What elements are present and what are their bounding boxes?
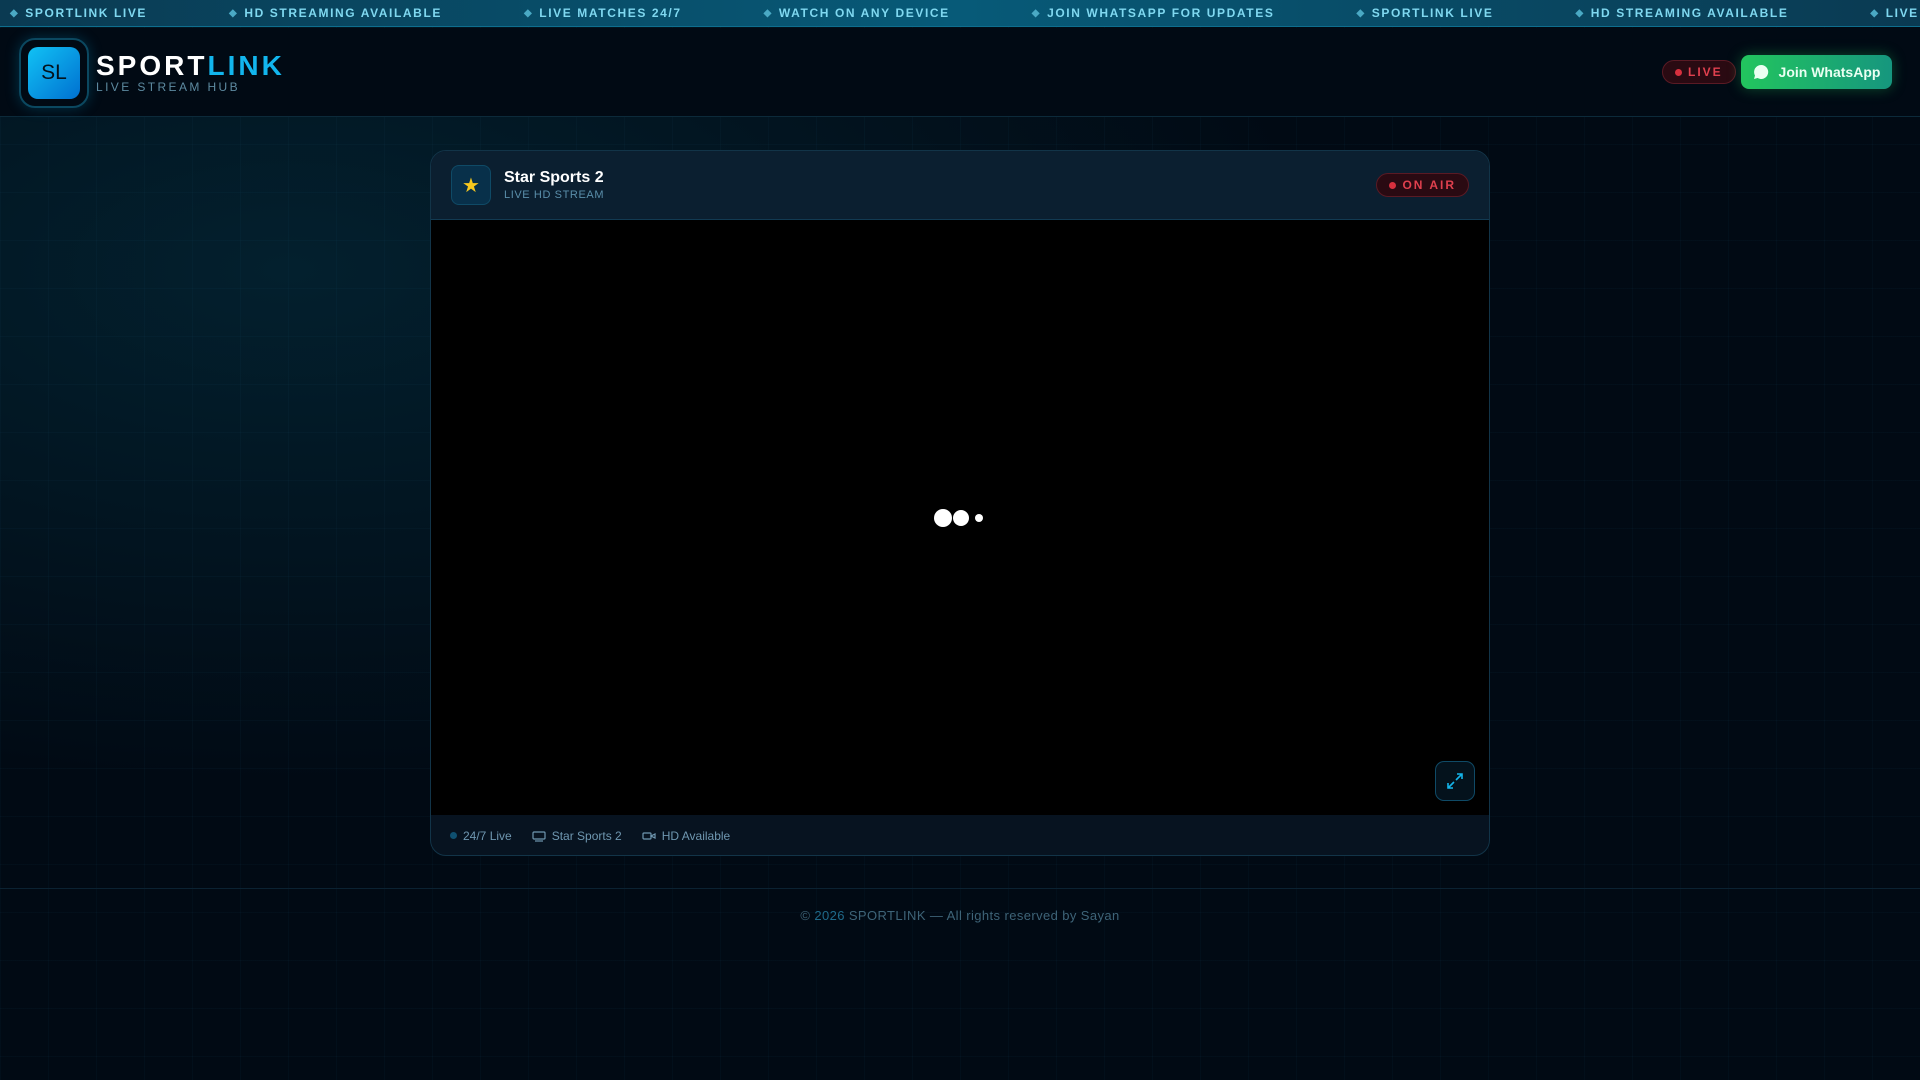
ticker-item: ◆ WATCH ON ANY DEVICE xyxy=(764,6,950,20)
diamond-icon: ◆ xyxy=(1031,7,1042,19)
tv-icon xyxy=(532,830,546,842)
ticker-text: LIVE MATCHES 24/7 xyxy=(1885,6,1920,20)
ticker-item: ◆ HD STREAMING AVAILABLE xyxy=(1575,6,1788,20)
ticker-item: ◆ JOIN WHATSAPP FOR UPDATES xyxy=(1032,6,1275,20)
player-card: ★ Star Sports 2 LIVE HD STREAM ON AIR 24… xyxy=(430,150,1490,856)
video-camera-icon xyxy=(642,831,656,840)
brand-tagline: LIVE STREAM HUB xyxy=(96,80,241,94)
channel-title: Star Sports 2 xyxy=(504,169,604,186)
ticker-text: SPORTLINK LIVE xyxy=(25,6,148,20)
player-footer: 24/7 Live Star Sports 2 HD Available xyxy=(431,815,1489,855)
quality-info: HD Available xyxy=(642,829,730,843)
ticker-item: ◆ SPORTLINK LIVE xyxy=(10,6,147,20)
logo-initials: SL xyxy=(28,47,80,99)
channel-info: Star Sports 2 xyxy=(532,829,622,843)
ticker-text: SPORTLINK LIVE xyxy=(1371,6,1494,20)
diamond-icon: ◆ xyxy=(1356,7,1366,19)
live-info: 24/7 Live xyxy=(450,829,512,843)
diamond-icon: ◆ xyxy=(229,7,239,19)
expand-icon xyxy=(1447,773,1463,789)
live-badge: LIVE xyxy=(1662,60,1736,84)
logo[interactable]: SL xyxy=(19,38,89,108)
site-header: SL SPORTLINK LIVE STREAM HUB LIVE Join W… xyxy=(0,28,1920,117)
on-air-dot-icon xyxy=(1389,181,1397,189)
ticker-item: ◆ LIVE MATCHES 24/7 xyxy=(524,6,682,20)
channel-info-label: Star Sports 2 xyxy=(551,828,622,843)
ticker-text: HD STREAMING AVAILABLE xyxy=(244,6,442,20)
brand-part2: LINK xyxy=(207,50,285,81)
fullscreen-button[interactable] xyxy=(1435,761,1475,801)
live-label: LIVE xyxy=(1688,65,1723,79)
news-ticker: ◆ SPORTLINK LIVE ◆ HD STREAMING AVAILABLE … xyxy=(0,0,1920,27)
whatsapp-icon xyxy=(1753,64,1768,79)
copyright-text: SPORTLINK — All rights reserved by Sayan xyxy=(844,908,1120,923)
diamond-icon: ◆ xyxy=(1870,7,1880,19)
join-whatsapp-button[interactable]: Join WhatsApp xyxy=(1741,55,1892,89)
channel-subtitle: LIVE HD STREAM xyxy=(504,189,605,201)
brand-name: SPORTLINK xyxy=(96,50,285,82)
ticker-text: HD STREAMING AVAILABLE xyxy=(1590,6,1789,20)
ticker-item: ◆ LIVE MATCHES 24/7 xyxy=(1870,6,1920,20)
quality-info-label: HD Available xyxy=(661,828,731,843)
loading-spinner-icon xyxy=(934,509,983,527)
star-icon: ★ xyxy=(451,165,491,205)
diamond-icon: ◆ xyxy=(10,7,20,19)
status-dot-icon xyxy=(450,832,457,839)
copyright-symbol: © xyxy=(800,908,815,923)
ticker-text: LIVE MATCHES 24/7 xyxy=(539,6,682,20)
ticker-item: ◆ SPORTLINK LIVE xyxy=(1356,6,1493,20)
copyright: © 2026 SPORTLINK — All rights reserved b… xyxy=(0,908,1920,923)
ticker-text: JOIN WHATSAPP FOR UPDATES xyxy=(1047,6,1275,20)
footer-divider xyxy=(0,888,1920,889)
on-air-label: ON AIR xyxy=(1402,178,1456,192)
whatsapp-label: Join WhatsApp xyxy=(1778,64,1881,80)
brand-part1: SPORT xyxy=(96,50,208,81)
copyright-year: 2026 xyxy=(814,908,845,923)
live-info-label: 24/7 Live xyxy=(463,828,512,843)
diamond-icon: ◆ xyxy=(523,7,534,19)
diamond-icon: ◆ xyxy=(763,7,773,19)
diamond-icon: ◆ xyxy=(1575,7,1585,19)
live-dot-icon xyxy=(1675,68,1682,76)
ticker-text: WATCH ON ANY DEVICE xyxy=(778,6,950,20)
video-player[interactable] xyxy=(431,220,1489,815)
player-header: ★ Star Sports 2 LIVE HD STREAM ON AIR xyxy=(431,151,1489,220)
on-air-badge: ON AIR xyxy=(1376,173,1469,197)
ticker-item: ◆ HD STREAMING AVAILABLE xyxy=(229,6,442,20)
